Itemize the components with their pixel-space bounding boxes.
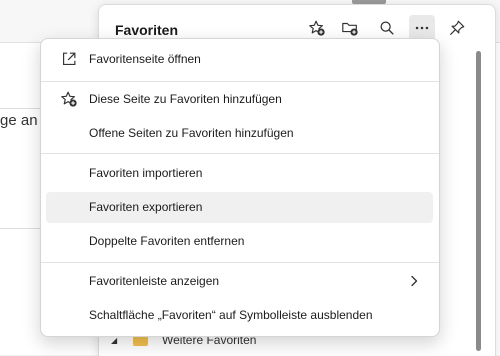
menu-separator: [41, 262, 439, 263]
menu-item-hide-favorites-button[interactable]: Schaltfläche „Favoriten“ auf Symbolleist…: [46, 300, 433, 331]
menu-item-open-favorites-page[interactable]: Favoritenseite öffnen: [46, 44, 433, 75]
pin-icon: [450, 20, 465, 35]
menu-separator: [41, 153, 439, 154]
menu-item-label: Favoriten importieren: [89, 166, 203, 180]
menu-separator: [41, 81, 439, 82]
menu-item-remove-duplicates[interactable]: Doppelte Favoriten entfernen: [46, 226, 433, 257]
favorites-context-menu: Favoritenseite öffnen Diese Seite zu Fav…: [40, 38, 440, 337]
menu-item-import-favorites[interactable]: Favoriten importieren: [46, 158, 433, 189]
add-folder-icon: [342, 22, 358, 36]
menu-item-label: Favoritenseite öffnen: [89, 52, 201, 66]
page-divider: [0, 108, 42, 109]
add-favorite-icon: [309, 20, 325, 36]
chevron-right-icon: [411, 275, 418, 287]
menu-item-export-favorites[interactable]: Favoriten exportieren: [46, 192, 433, 223]
page-divider: [0, 228, 42, 229]
menu-item-label: Offene Seiten zu Favoriten hinzufügen: [89, 126, 294, 140]
more-icon: [415, 26, 429, 30]
search-icon: [380, 21, 394, 35]
pin-panel-button[interactable]: [444, 15, 470, 41]
menu-item-add-this-page[interactable]: Diese Seite zu Favoriten hinzufügen: [46, 84, 433, 115]
menu-item-label: Doppelte Favoriten entfernen: [89, 234, 245, 248]
menu-item-show-favorites-bar[interactable]: Favoritenleiste anzeigen: [46, 266, 433, 297]
menu-item-label: Schaltfläche „Favoriten“ auf Symbolleist…: [89, 308, 373, 322]
add-favorite-icon: [61, 91, 77, 107]
menu-item-label: Favoriten exportieren: [89, 200, 203, 214]
open-external-icon: [63, 52, 76, 65]
scrollbar[interactable]: [476, 51, 481, 351]
favorites-panel-title: Favoriten: [115, 22, 179, 38]
menu-item-add-open-pages[interactable]: Offene Seiten zu Favoriten hinzufügen: [46, 118, 433, 149]
menu-item-label: Favoritenleiste anzeigen: [89, 274, 220, 288]
page-text-fragment: ge an: [0, 112, 38, 129]
menu-item-label: Diese Seite zu Favoriten hinzufügen: [89, 92, 282, 106]
